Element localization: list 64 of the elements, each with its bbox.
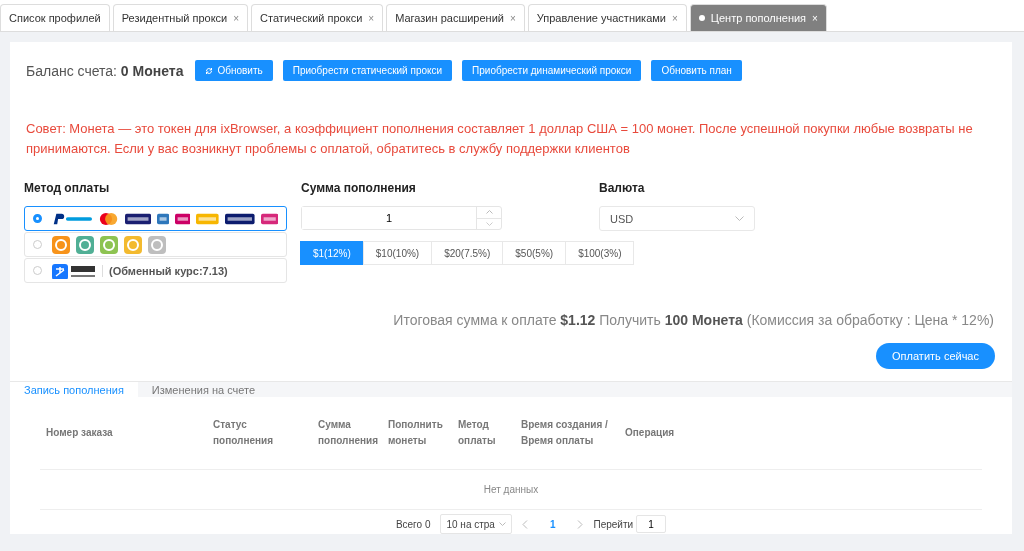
field-label: Сумма пополнения xyxy=(301,181,417,195)
refresh-icon xyxy=(205,66,214,75)
tab[interactable]: Резидентный прокси × xyxy=(112,4,249,31)
column-header: Метод оплаты xyxy=(458,418,497,448)
exchange-rate: (Обменный курс:7.13) xyxy=(102,264,228,277)
total-count: Всего 0 xyxy=(395,518,431,530)
amount-option[interactable]: $1(12%) xyxy=(300,241,364,265)
tab[interactable]: Изменения на счете xyxy=(137,382,270,397)
increment-icon xyxy=(485,210,493,215)
payment-option[interactable]: (Обменный курс:7.13) xyxy=(24,258,287,283)
coin-icon xyxy=(100,235,118,254)
page-number[interactable]: 1 xyxy=(537,518,568,530)
close-button[interactable]: × xyxy=(368,12,375,24)
coin-icon xyxy=(124,235,142,254)
balance-text: Баланс счета: 0 Монета xyxy=(26,62,184,79)
amount-field[interactable]: 1 xyxy=(301,206,502,230)
close-button[interactable]: × xyxy=(509,12,516,24)
close-button[interactable]: × xyxy=(233,12,240,24)
action-button[interactable]: Обновить план xyxy=(651,60,742,81)
alipay-logo-icon xyxy=(52,262,96,279)
field-label: Метод оплаты xyxy=(24,181,111,195)
close-button[interactable]: × xyxy=(672,12,678,24)
currency-select[interactable]: USD xyxy=(599,206,755,231)
tab[interactable]: Магазин расширений × xyxy=(386,4,525,31)
amount-option[interactable]: $20(7.5%) xyxy=(431,241,504,265)
coin-icon xyxy=(76,235,94,254)
tab[interactable]: Центр пополнения × xyxy=(689,4,827,31)
chevron-down-icon xyxy=(498,522,506,526)
column-header: Номер заказа xyxy=(46,426,114,440)
select-value: USD xyxy=(610,212,634,225)
total-summary: Итоговая сумма к оплате $1.12 Получить 100 Монета (Комиссия за обработку : Цена * 12%) xyxy=(392,312,995,328)
tab[interactable]: Список профилей xyxy=(0,4,110,31)
amount-option[interactable]: $100(3%) xyxy=(565,241,635,265)
page-input[interactable]: 1 xyxy=(636,515,667,533)
pay-now-button[interactable]: Оплатить сейчас xyxy=(876,343,995,369)
field-label: Валюта xyxy=(599,181,646,195)
notice-text: Совет: Монета — это токен для ixBrowser, а коэффициент пополнения составляет 1 доллар США = 100 монет. После успешной покупки любые возвраты не принимаются. Если у вас возникнут проблемы с оплатой, обратитесь в службу поддержки клиентов xyxy=(25,120,974,158)
next-page-icon[interactable] xyxy=(577,519,584,529)
active-dot-icon xyxy=(698,15,705,21)
column-header: Операция xyxy=(625,426,676,440)
page-size-select[interactable]: 10 на стра xyxy=(440,514,512,534)
tab[interactable]: Запись пополнения xyxy=(10,382,138,397)
column-header: Статус пополнения xyxy=(213,418,275,448)
payment-option[interactable] xyxy=(24,206,287,231)
overlapping-circles-icon xyxy=(99,210,119,227)
coin-icon xyxy=(148,235,166,254)
goto-label: Перейти xyxy=(593,518,634,530)
decrement-icon xyxy=(485,221,493,226)
action-button[interactable]: Приобрести динамический прокси xyxy=(462,60,642,81)
amount-option[interactable]: $50(5%) xyxy=(502,241,567,265)
close-button[interactable]: × xyxy=(812,12,818,24)
amount-option[interactable]: $10(10%) xyxy=(362,241,433,265)
action-button[interactable]: Приобрести статический прокси xyxy=(282,60,453,81)
tab[interactable]: Управление участниками × xyxy=(527,4,687,31)
radio-button[interactable] xyxy=(33,214,42,223)
empty-message: Нет данных xyxy=(40,470,982,510)
tab[interactable]: Статический прокси × xyxy=(251,4,384,31)
column-header: Пополнить монеты xyxy=(388,418,444,448)
coin-icon xyxy=(52,235,70,254)
column-header: Время создания / Время оплаты xyxy=(521,418,609,448)
refresh-button[interactable]: Обновить xyxy=(195,60,273,81)
chevron-down-icon xyxy=(735,216,744,221)
previous-page-icon[interactable] xyxy=(521,519,528,529)
column-header: Сумма пополнения xyxy=(318,418,380,448)
